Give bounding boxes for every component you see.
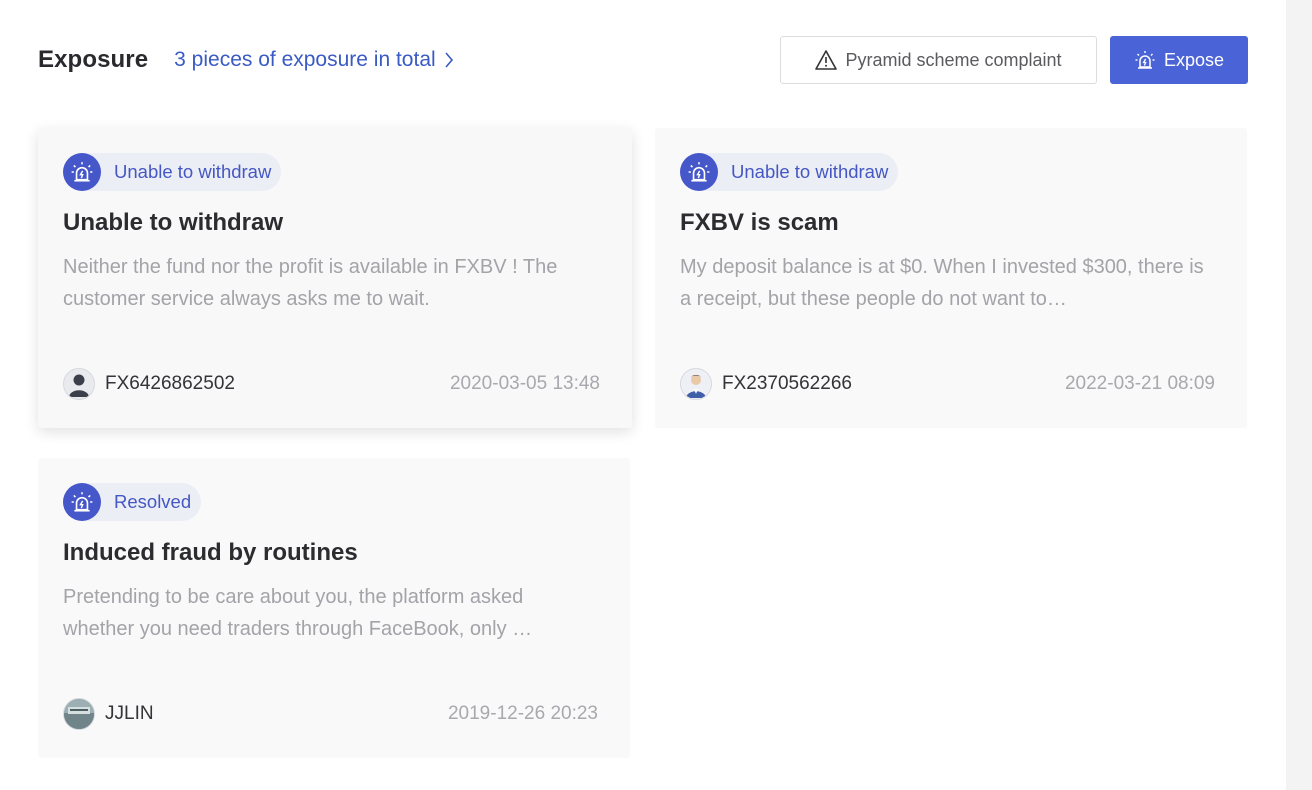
card-title: Induced fraud by routines <box>63 539 358 566</box>
card-footer: JJLIN 2019-12-26 20:23 <box>63 698 598 730</box>
card-tag-label: Unable to withdraw <box>114 161 272 182</box>
warning-triangle-icon <box>815 50 838 70</box>
total-exposure-label: 3 pieces of exposure in total <box>174 48 436 71</box>
card-tag: Unable to withdraw <box>680 153 899 191</box>
card-tag-label: Unable to withdraw <box>731 161 889 182</box>
pyramid-complaint-button[interactable]: Pyramid scheme complaint <box>780 36 1097 84</box>
expose-label: Expose <box>1163 49 1225 70</box>
chevron-right-icon <box>445 52 453 68</box>
exposure-card[interactable]: Unable to withdraw Unable to withdraw Ne… <box>38 128 632 428</box>
exposure-page: Exposure 3 pieces of exposure in total P… <box>0 0 1312 790</box>
card-tag-label: Resolved <box>114 491 192 512</box>
person-suit-icon <box>680 368 712 400</box>
total-exposure-link[interactable]: 3 pieces of exposure in total <box>174 48 454 72</box>
card-title: Unable to withdraw <box>63 209 284 236</box>
pyramid-complaint-label: Pyramid scheme complaint <box>845 49 1062 70</box>
card-description: Neither the fund nor the profit is avail… <box>63 256 558 310</box>
alarm-siren-icon <box>63 153 101 191</box>
card-timestamp: 2020-03-05 13:48 <box>449 373 600 394</box>
card-tag: Unable to withdraw <box>63 153 282 191</box>
photo-avatar-icon <box>63 698 95 730</box>
exposure-header: Exposure 3 pieces of exposure in total P… <box>38 36 1248 84</box>
header-actions: Pyramid scheme complaint Expose <box>780 36 1248 84</box>
exposure-card[interactable]: Resolved Induced fraud by routines Prete… <box>38 458 630 758</box>
card-username: JJLIN <box>105 703 154 724</box>
scrollbar-track[interactable] <box>1286 0 1312 790</box>
card-description: Pretending to be care about you, the pla… <box>63 586 533 640</box>
card-timestamp: 2019-12-26 20:23 <box>447 703 598 724</box>
alarm-siren-icon <box>1135 51 1155 69</box>
card-footer: FX2370562266 2022-03-21 08:09 <box>680 368 1215 400</box>
expose-button[interactable]: Expose <box>1110 36 1248 84</box>
card-timestamp: 2022-03-21 08:09 <box>1064 373 1215 394</box>
card-description: My deposit balance is at $0. When I inve… <box>680 256 1204 310</box>
card-tag: Resolved <box>63 483 202 521</box>
alarm-siren-icon <box>680 153 718 191</box>
card-username: FX6426862502 <box>105 373 235 394</box>
alarm-siren-icon <box>63 483 101 521</box>
page-title: Exposure <box>38 46 149 73</box>
card-title: FXBV is scam <box>680 209 839 236</box>
card-footer: FX6426862502 2020-03-05 13:48 <box>63 368 600 400</box>
person-silhouette-icon <box>63 368 95 400</box>
card-username: FX2370562266 <box>722 373 852 394</box>
exposure-card[interactable]: Unable to withdraw FXBV is scam My depos… <box>655 128 1247 428</box>
